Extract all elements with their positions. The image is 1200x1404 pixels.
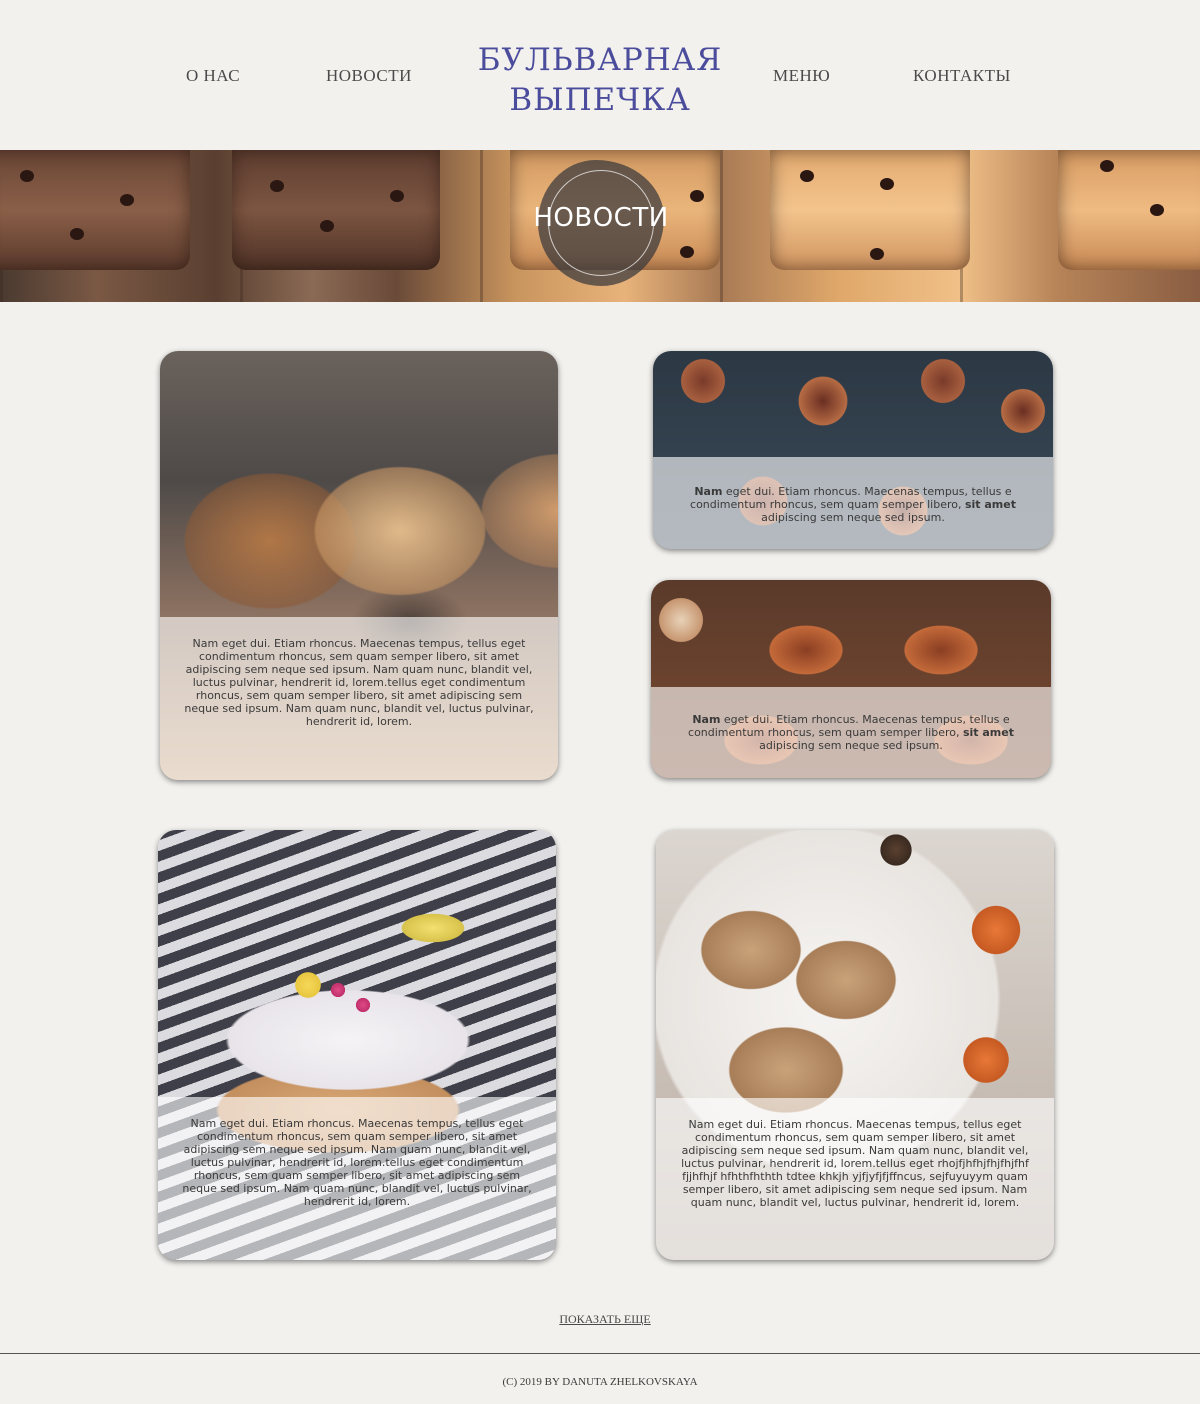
caption-bold-end: sit amet [962,726,1014,739]
caption-text: eget dui. Etiam rhoncus. Maecenas tempus… [688,713,1010,739]
site-logo[interactable]: БУЛЬВАРНАЯ ВЫПЕЧКА [468,40,732,120]
caption-text: eget dui. Etiam rhoncus. Maecenas tempus… [690,485,1012,511]
card-caption: Nam eget dui. Etiam rhoncus. Maecenas te… [158,1097,556,1260]
nav-news-link[interactable]: НОВОСТИ [326,66,412,86]
card-caption: Nam eget dui. Etiam rhoncus. Maecenas te… [656,1098,1054,1260]
footer-divider [0,1353,1200,1354]
nav-contacts-link[interactable]: КОНТАКТЫ [913,66,1011,86]
caption-bold-start: Nam [694,485,723,498]
news-card[interactable]: Nam eget dui. Etiam rhoncus. Maecenas te… [651,580,1051,778]
nav-about-link[interactable]: О НАС [186,66,240,86]
caption-bold-start: Nam [692,713,721,726]
hero-title: НОВОСТИ [533,203,669,233]
site-header: О НАС НОВОСТИ БУЛЬВАРНАЯ ВЫПЕЧКА МЕНЮ КО… [0,0,1200,150]
card-caption: Nam eget dui. Etiam rhoncus. Maecenas te… [653,457,1053,549]
caption-bold-end: sit amet [964,498,1016,511]
footer-copyright: (C) 2019 BY DANUTA ZHELKOVSKAYA [502,1376,698,1388]
caption-text-end: adipiscing sem neque sed ipsum. [759,739,943,752]
caption-text-end: adipiscing sem neque sed ipsum. [761,511,945,524]
nav-menu-link[interactable]: МЕНЮ [773,66,830,86]
card-caption: Nam eget dui. Etiam rhoncus. Maecenas te… [651,687,1051,778]
logo-line-1: БУЛЬВАРНАЯ [477,42,723,78]
news-card[interactable]: Nam eget dui. Etiam rhoncus. Maecenas te… [160,351,558,780]
news-card[interactable]: Nam eget dui. Etiam rhoncus. Maecenas te… [653,351,1053,549]
news-card[interactable]: Nam eget dui. Etiam rhoncus. Maecenas te… [158,830,556,1260]
news-card[interactable]: Nam eget dui. Etiam rhoncus. Maecenas te… [656,830,1054,1260]
logo-line-2: ВЫПЕЧКА [509,82,691,118]
show-more-link[interactable]: ПОКАЗАТЬ ЕЩЕ [540,1312,670,1327]
card-caption: Nam eget dui. Etiam rhoncus. Maecenas te… [160,617,558,780]
